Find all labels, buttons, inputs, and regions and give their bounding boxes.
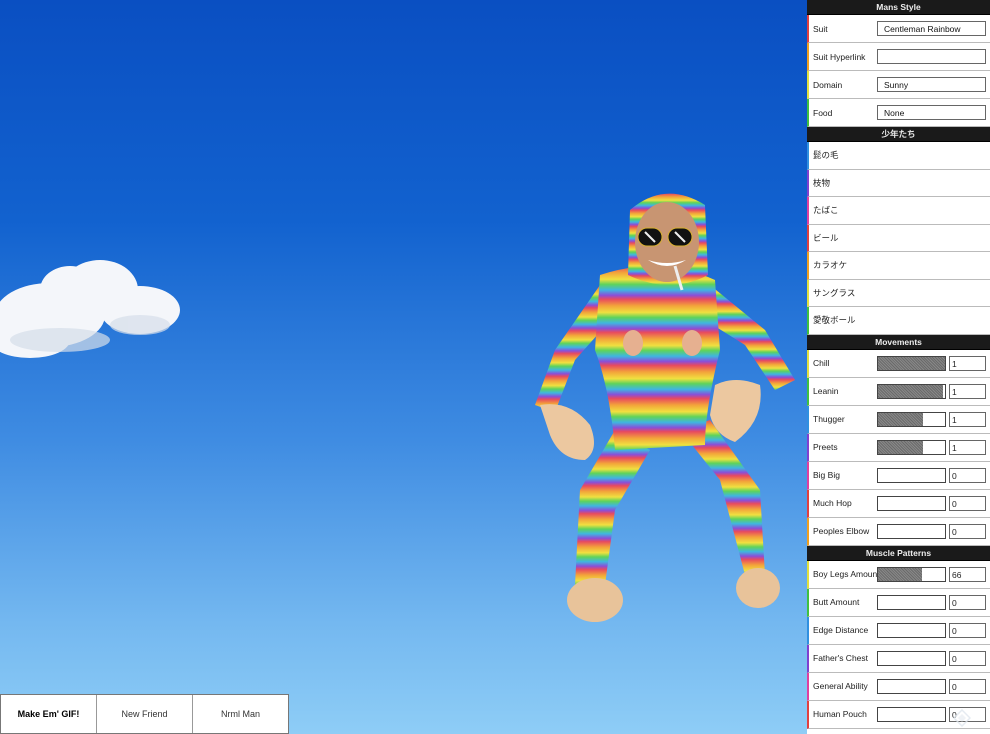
movement-row: Leanin 1 xyxy=(807,377,990,406)
boys-item[interactable]: カラオケ xyxy=(807,252,990,280)
muscle-row: Butt Amount 0 xyxy=(807,588,990,617)
muscle-slider[interactable] xyxy=(877,622,946,638)
movement-slider[interactable] xyxy=(877,411,946,427)
movement-row: Peoples Elbow 0 xyxy=(807,517,990,546)
style-row: Suit Centleman Rainbow xyxy=(807,15,990,43)
style-row: Domain Sunny xyxy=(807,71,990,99)
muscle-slider-fill xyxy=(878,567,923,581)
settings-panel: Mans Style Suit Centleman Rainbow Suit Hyp… xyxy=(807,0,990,734)
new-friend-button[interactable]: New Friend xyxy=(97,695,193,733)
movement-slider-fill xyxy=(878,412,923,426)
muscle-label: General Ability xyxy=(813,681,868,691)
make-gif-button[interactable]: Make Em' GIF! xyxy=(1,695,97,733)
style-value-input[interactable]: Sunny xyxy=(877,77,986,92)
movement-row: Big Big 0 xyxy=(807,461,990,490)
diamond-logo-icon xyxy=(953,709,971,727)
muscle-slider[interactable] xyxy=(877,650,946,666)
muscle-label: Father's Chest xyxy=(813,653,869,663)
style-row: Suit Hyperlink xyxy=(807,43,990,71)
style-row-label: Domain xyxy=(813,79,843,90)
section-header-movements: Movements xyxy=(807,334,990,350)
style-row-label: Food xyxy=(813,107,833,118)
muscle-row: General Ability 0 xyxy=(807,672,990,701)
boys-item[interactable]: 枝物 xyxy=(807,169,990,197)
movement-slider-fill xyxy=(878,356,945,370)
boys-item[interactable]: たばこ xyxy=(807,197,990,225)
muscle-row: Edge Distance 0 xyxy=(807,616,990,645)
movement-number-input[interactable]: 1 xyxy=(949,411,986,427)
movement-slider[interactable] xyxy=(877,355,946,371)
boys-item[interactable]: 髭の毛 xyxy=(807,142,990,170)
movement-row: Preets 1 xyxy=(807,433,990,462)
style-row: Food None xyxy=(807,99,990,127)
muscle-number-input[interactable]: 0 xyxy=(949,594,986,610)
movement-row: Much Hop 0 xyxy=(807,489,990,518)
muscle-row: Boy Legs Amount 66 xyxy=(807,560,990,589)
movement-slider[interactable] xyxy=(877,439,946,455)
style-value-input[interactable]: None xyxy=(877,105,986,120)
rainbow-man-figure xyxy=(535,193,795,622)
movement-number-input[interactable]: 1 xyxy=(949,439,986,455)
movement-number-input[interactable]: 1 xyxy=(949,355,986,371)
movement-label: Preets xyxy=(813,442,838,452)
movement-row: Chill 1 xyxy=(807,349,990,378)
normal-man-button[interactable]: Nrml Man xyxy=(193,695,288,733)
style-row-label: Suit xyxy=(813,23,828,34)
muscle-row: Father's Chest 0 xyxy=(807,644,990,673)
muscle-slider[interactable] xyxy=(877,706,946,722)
muscle-slider[interactable] xyxy=(877,594,946,610)
movement-number-input[interactable]: 0 xyxy=(949,495,986,511)
muscle-label: Boy Legs Amount xyxy=(813,569,877,579)
section-header-mans-style: Mans Style xyxy=(807,0,990,15)
action-bar: Make Em' GIF! New Friend Nrml Man xyxy=(0,694,289,734)
section-header-boys: 少年たち xyxy=(807,127,990,142)
muscle-number-input[interactable]: 66 xyxy=(949,566,986,582)
movement-slider[interactable] xyxy=(877,495,946,511)
boys-item[interactable]: サングラス xyxy=(807,279,990,307)
movement-slider[interactable] xyxy=(877,383,946,399)
muscle-slider[interactable] xyxy=(877,566,946,582)
muscle-label: Human Pouch xyxy=(813,709,867,719)
section-header-muscle-patterns: Muscle Patterns xyxy=(807,545,990,561)
movement-label: Peoples Elbow xyxy=(813,526,870,536)
muscle-label: Edge Distance xyxy=(813,625,869,635)
boys-item[interactable]: 愛敬ボール xyxy=(807,307,990,335)
movement-slider[interactable] xyxy=(877,467,946,483)
movement-number-input[interactable]: 0 xyxy=(949,467,986,483)
cloud-image xyxy=(0,260,180,358)
muscle-slider[interactable] xyxy=(877,678,946,694)
movement-label: Thugger xyxy=(813,414,845,424)
movement-number-input[interactable]: 1 xyxy=(949,383,986,399)
style-value-input[interactable] xyxy=(877,49,986,64)
movement-slider[interactable] xyxy=(877,523,946,539)
movement-label: Much Hop xyxy=(813,498,852,508)
muscle-number-input[interactable]: 0 xyxy=(949,678,986,694)
movement-label: Chill xyxy=(813,358,830,368)
movement-number-input[interactable]: 0 xyxy=(949,523,986,539)
movement-row: Thugger 1 xyxy=(807,405,990,434)
boys-item[interactable]: ビール xyxy=(807,224,990,252)
style-row-label: Suit Hyperlink xyxy=(813,51,866,62)
movement-label: Leanin xyxy=(813,386,839,396)
muscle-label: Butt Amount xyxy=(813,597,860,607)
muscle-number-input[interactable]: 0 xyxy=(949,650,986,666)
style-value-input[interactable]: Centleman Rainbow xyxy=(877,21,986,36)
movement-slider-fill xyxy=(878,384,943,398)
muscle-number-input[interactable]: 0 xyxy=(949,622,986,638)
movement-label: Big Big xyxy=(813,470,840,480)
movement-slider-fill xyxy=(878,440,923,454)
